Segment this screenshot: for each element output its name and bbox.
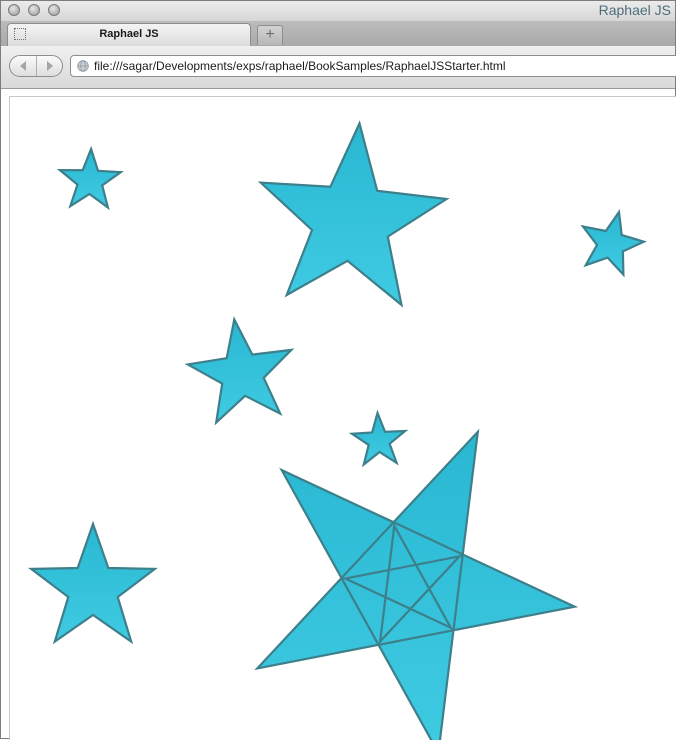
page-content [9, 96, 676, 740]
pentagram-shape-7 [254, 428, 579, 740]
star-shape-4 [184, 316, 295, 426]
star-shape-2 [257, 120, 450, 308]
star-shape-5 [348, 409, 409, 468]
shape-layer [28, 120, 647, 740]
raphael-canvas [28, 120, 647, 740]
star-shape-1 [56, 145, 124, 211]
browser-window: Raphael JS Raphael JS + file:///sagar/De… [0, 0, 676, 740]
star-shape-3 [580, 208, 647, 278]
star-shape-6 [28, 520, 158, 645]
